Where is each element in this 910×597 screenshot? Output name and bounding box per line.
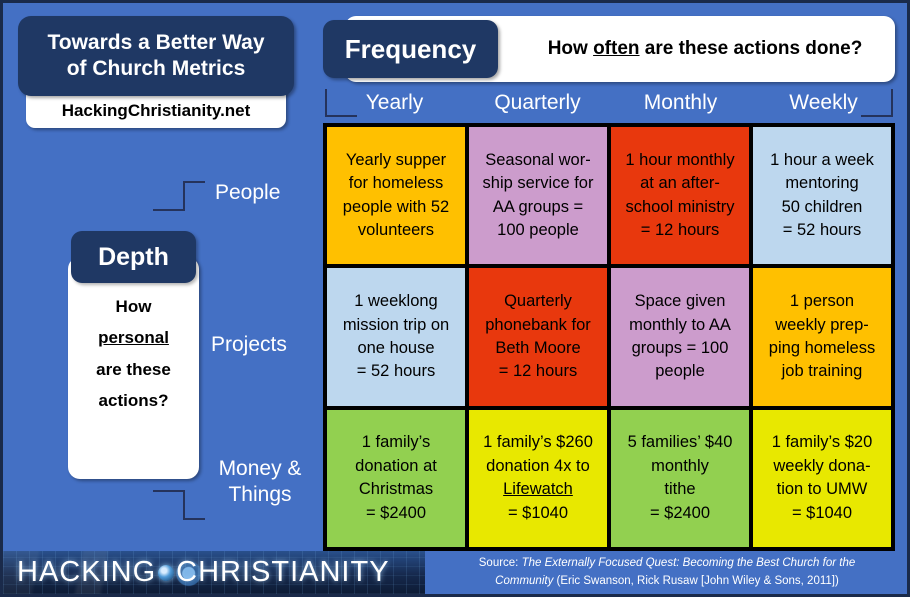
grid-cell-r1c3[interactable]: 1 person weekly prep-ping homeless job tra… xyxy=(753,268,891,406)
depth-question-line1: How xyxy=(115,297,152,316)
frequency-question-emphasis: often xyxy=(593,38,640,59)
logo-text: HACKING CHRISTIANITY xyxy=(3,551,425,594)
row-label-money-line1: Money & xyxy=(218,457,302,480)
source-title-line2: Community xyxy=(495,574,554,587)
depth-bracket-top xyxy=(153,181,205,211)
page-title: Towards a Better Way of Church Metrics xyxy=(18,16,294,96)
frequency-bracket-left xyxy=(325,89,357,117)
logo-text-part1: HACKING xyxy=(17,556,157,588)
depth-bracket-bottom xyxy=(153,490,205,520)
source-citation: Source: The Externally Focused Quest: Be… xyxy=(427,551,907,594)
grid-cell-r2c3[interactable]: 1 family’s $20 weekly dona-tion to UMW = $… xyxy=(753,409,891,547)
grid-cell-r1c0[interactable]: 1 weeklong mission trip on one house = 52 h… xyxy=(327,268,465,406)
frequency-question-pre: How xyxy=(547,38,594,59)
source-title-line1: The Externally Focused Quest: Becoming t… xyxy=(521,556,856,569)
row-label-projects: Projects xyxy=(211,333,287,356)
row-label-money-things: Money & Things xyxy=(212,456,308,509)
grid-cell-r0c0[interactable]: Yearly supper for homeless people with 52 v… xyxy=(327,127,465,265)
grid-cell-r0c3[interactable]: 1 hour a week mentoring 50 children = 52 ho… xyxy=(753,127,891,265)
infographic-canvas: Towards a Better Way of Church Metrics H… xyxy=(3,3,907,594)
depth-question-emphasis: personal xyxy=(98,328,169,348)
grid-cell-r0c1[interactable]: Seasonal wor-ship service for AA groups =… xyxy=(469,127,607,265)
grid-cell-r2c0[interactable]: 1 family’s donation at Christmas = $2400 xyxy=(327,409,465,547)
grid-cell-r2c1[interactable]: 1 family’s $260 donation 4x to Lifewatch = … xyxy=(469,409,607,547)
grid-cell-r1c2[interactable]: Space given monthly to AA groups = 100 peop… xyxy=(611,268,749,406)
frequency-header: How often are these actions done? Freque… xyxy=(323,16,895,82)
grid-cell-r1c1[interactable]: Quarterly phonebank for Beth Moore = 12 hou… xyxy=(469,268,607,406)
source-line1: Source: The Externally Focused Quest: Be… xyxy=(479,555,856,573)
frequency-question: How often are these actions done? xyxy=(548,38,863,60)
column-label-monthly: Monthly xyxy=(643,91,718,114)
frequency-bracket-right xyxy=(861,89,893,117)
title-card: Towards a Better Way of Church Metrics H… xyxy=(18,16,294,128)
source-line2: Community (Eric Swanson, Rick Rusaw [Joh… xyxy=(495,573,839,591)
grid-cell-r2c2[interactable]: 5 families’ $40 monthly tithe = $2400 xyxy=(611,409,749,547)
hacking-christianity-logo[interactable]: HACKING CHRISTIANITY xyxy=(3,551,425,594)
column-label-quarterly: Quarterly xyxy=(494,91,581,114)
depth-question-line4: actions? xyxy=(98,391,169,411)
source-credit: (Eric Swanson, Rick Rusaw [John Wiley & … xyxy=(553,574,839,587)
frequency-axis-labels: Yearly Quarterly Monthly Weekly xyxy=(323,83,895,123)
frequency-question-post: are these actions done? xyxy=(639,38,863,59)
page-title-line1: Towards a Better Way xyxy=(47,30,265,54)
depth-question-line3: are these xyxy=(96,359,171,379)
depth-card: Depth How personal are these actions? xyxy=(68,231,199,479)
depth-question: How personal are these actions? xyxy=(68,291,199,417)
logo-text-part2: CHRISTIANITY xyxy=(176,556,390,588)
depth-badge: Depth xyxy=(71,231,196,283)
row-label-money-line2: Things xyxy=(228,483,292,507)
grid-cell-r0c2[interactable]: 1 hour monthly at an after-school ministr… xyxy=(611,127,749,265)
logo-orb-icon xyxy=(158,564,175,581)
footer: HACKING CHRISTIANITY Source: The External… xyxy=(3,551,907,594)
metrics-grid: Yearly supper for homeless people with 52 v… xyxy=(323,123,895,551)
row-label-people: People xyxy=(215,181,281,204)
frequency-badge: Frequency xyxy=(323,20,498,78)
page-title-line2: of Church Metrics xyxy=(66,57,246,80)
source-prefix: Source: xyxy=(478,556,522,569)
